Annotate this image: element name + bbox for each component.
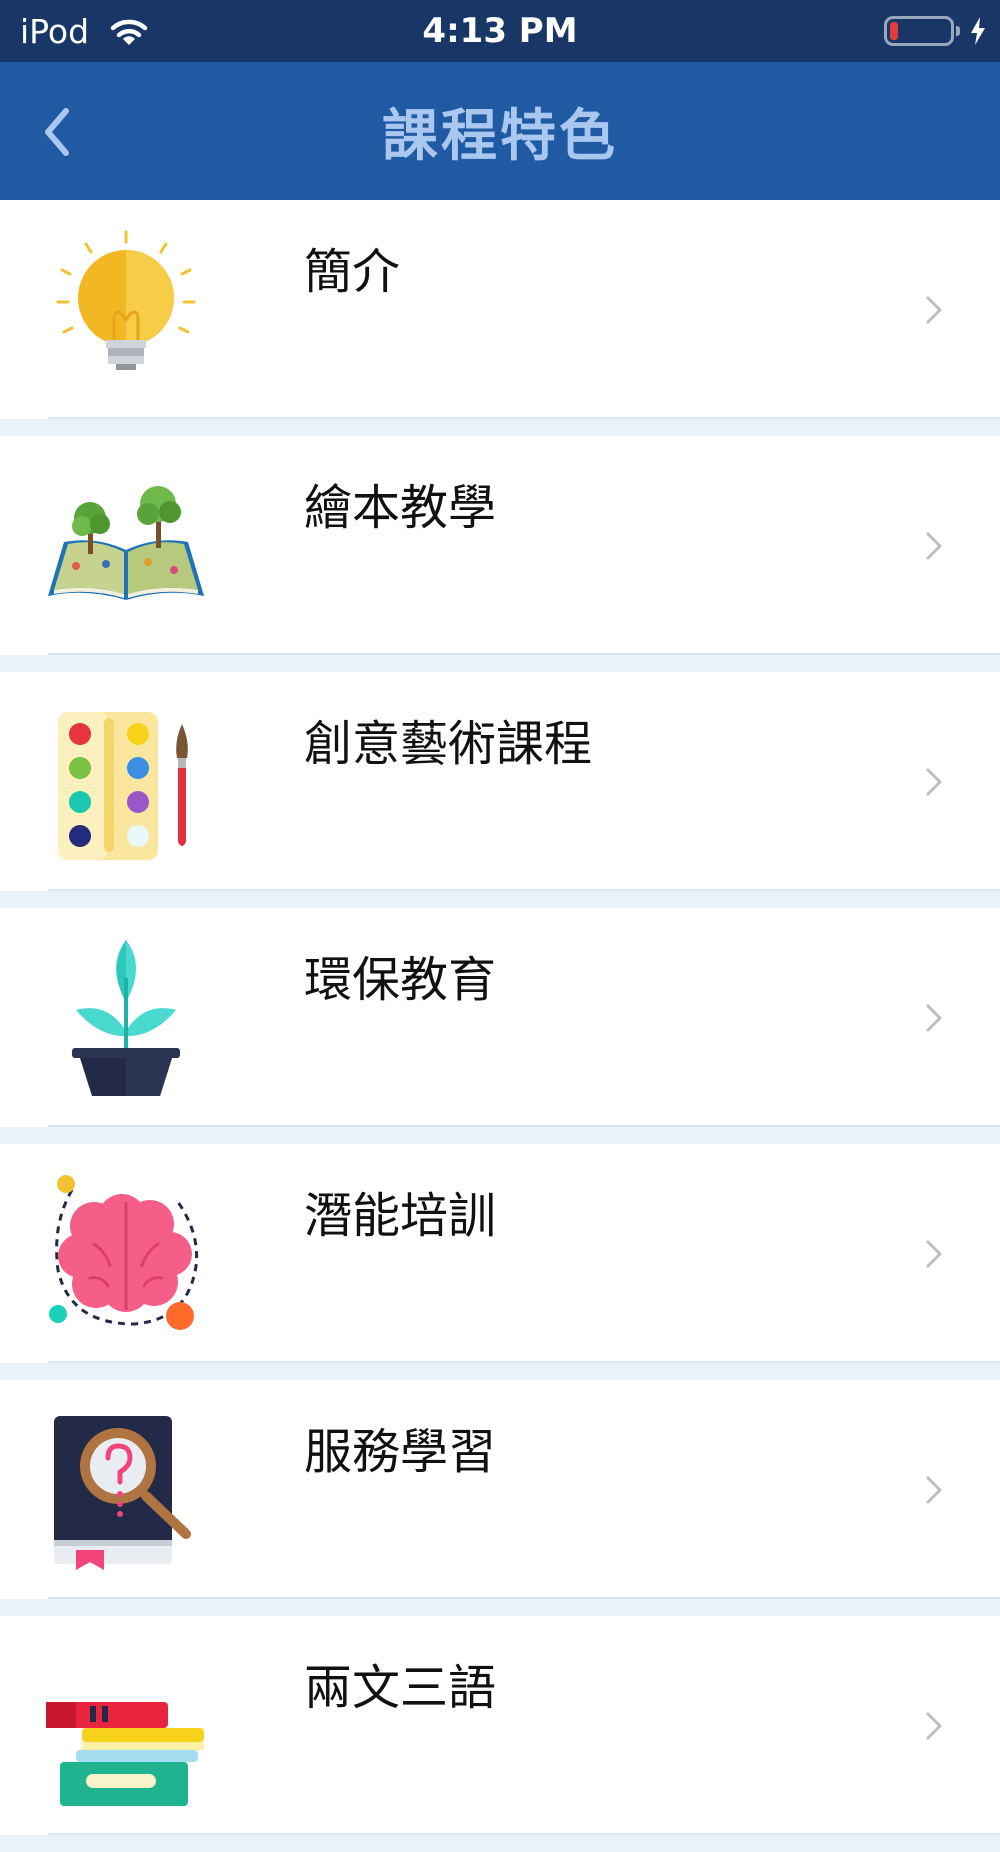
list-item-potential-training[interactable]: 潛能培訓 — [0, 1144, 1000, 1363]
picture-book-icon — [48, 486, 204, 600]
item-label: 潛能培訓 — [304, 1188, 497, 1244]
battery-level — [890, 22, 898, 40]
plant-pot-icon — [72, 940, 180, 1096]
list-item-biliteracy-trilingualism[interactable]: 兩文三語 — [0, 1616, 1000, 1835]
chevron-right-icon — [926, 1712, 942, 1740]
list-item-creative-art[interactable]: 創意藝術課程 — [0, 672, 1000, 891]
nav-bar: 課程特色 — [0, 62, 1000, 200]
list-item-environment[interactable]: 環保教育 — [0, 908, 1000, 1127]
chevron-right-icon — [926, 296, 942, 324]
list-item-service-learning[interactable]: 服務學習 — [0, 1380, 1000, 1599]
item-label: 兩文三語 — [304, 1660, 497, 1716]
chevron-right-icon — [926, 768, 942, 796]
item-label: 簡介 — [304, 244, 401, 300]
brain-icon — [49, 1175, 199, 1330]
chevron-right-icon — [926, 1004, 942, 1032]
battery-nub — [956, 26, 960, 36]
chevron-right-icon — [926, 1476, 942, 1504]
status-time: 4:13 PM — [422, 11, 578, 51]
book-stack-icon — [46, 1702, 204, 1806]
item-label: 服務學習 — [304, 1424, 497, 1480]
item-label: 環保教育 — [304, 952, 497, 1008]
chevron-right-icon — [926, 1240, 942, 1268]
charging-bolt-icon — [971, 17, 985, 45]
chevron-right-icon — [926, 532, 942, 560]
item-label: 創意藝術課程 — [304, 716, 593, 772]
status-bar: iPod 4:13 PM — [0, 0, 1000, 62]
magnifier-book-icon — [54, 1416, 191, 1570]
status-right — [884, 0, 986, 62]
paint-palette-icon — [58, 712, 188, 860]
item-label: 繪本教學 — [304, 480, 497, 536]
lightbulb-icon — [56, 230, 196, 370]
list-item-picture-book[interactable]: 繪本教學 — [0, 436, 1000, 655]
battery-icon — [884, 16, 954, 46]
page-title: 課程特色 — [382, 103, 618, 169]
course-feature-list: 簡介 繪本教學 創意藝術課程 環保教育 潛能培訓 服務學習 兩文三語 — [0, 200, 1000, 1852]
list-item-intro[interactable]: 簡介 — [0, 200, 1000, 419]
